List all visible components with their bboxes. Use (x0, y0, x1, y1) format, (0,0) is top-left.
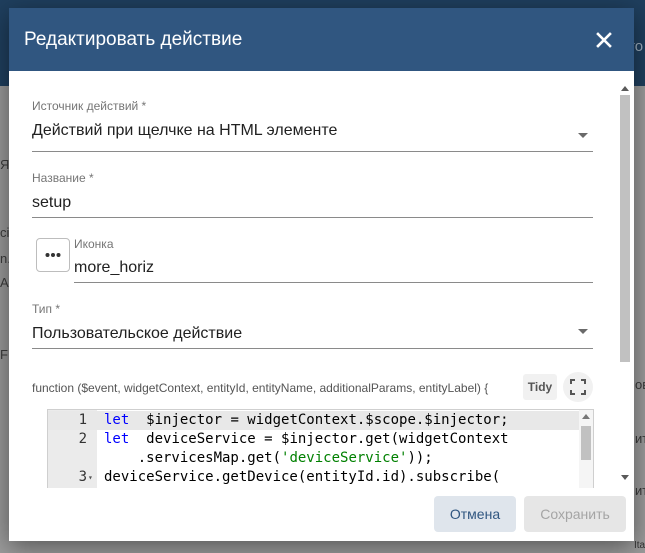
background-left-text: ci (0, 225, 10, 240)
background-right-panel: ова ит ит (633, 86, 645, 553)
code-line[interactable]: 1 let $injector = widgetContext.$scope.$i… (48, 411, 579, 430)
field-underline (32, 217, 593, 218)
background-bottom-text: Ita (634, 540, 645, 551)
tidy-button[interactable]: Tidy (523, 374, 557, 400)
code-line[interactable]: .servicesMap.get('deviceService')); (48, 449, 579, 468)
code-text: deviceService.getDevice(entityId.id).sub… (104, 469, 501, 485)
scroll-up-icon (621, 86, 629, 91)
background-right-text: ит (635, 431, 645, 446)
line-number: 2 (78, 431, 87, 447)
fold-arrow-icon[interactable]: ▾ (88, 468, 93, 487)
icon-field[interactable]: Иконка more_horiz (74, 237, 593, 283)
line-number: 3 (78, 469, 87, 485)
dialog-scroll-thumb[interactable] (620, 95, 630, 362)
type-label: Тип * (32, 302, 61, 316)
background-left-text: A (0, 275, 9, 290)
icon-label: Иконка (74, 237, 114, 251)
dialog-content[interactable]: Источник действий * Действий при щелчке … (9, 71, 620, 488)
background-left-text: F (0, 347, 8, 362)
name-field[interactable]: Название * setup (32, 171, 593, 219)
background-right-text: ова (635, 377, 645, 392)
code-text: .servicesMap.get('deviceService')); (104, 450, 433, 466)
action-source-select[interactable]: Источник действий * Действий при щелчке … (32, 99, 593, 153)
dialog-title: Редактировать действие (24, 28, 243, 50)
save-button[interactable]: Сохранить (524, 496, 626, 532)
edit-action-dialog: Редактировать действие Источник действий… (9, 8, 634, 541)
type-select[interactable]: Тип * Пользовательское действие (32, 302, 593, 350)
code-text: let deviceService = $injector.get(widget… (104, 431, 509, 447)
field-underline (32, 151, 593, 152)
code-text: let $injector = widgetContext.$scope.$in… (104, 412, 509, 428)
scroll-up-icon (582, 414, 590, 419)
cancel-button[interactable]: Отмена (434, 496, 516, 532)
chevron-down-icon (578, 133, 588, 138)
background-left-text: Я (0, 157, 10, 172)
name-label: Название * (32, 171, 94, 185)
code-line[interactable]: 3 ▾ deviceService.getDevice(entityId.id).s… (48, 468, 579, 487)
chevron-down-icon (578, 329, 588, 334)
function-signature: function ($event, widgetContext, entityI… (32, 381, 489, 395)
action-source-value: Действий при щелчке на HTML элементе (32, 122, 338, 139)
field-underline (74, 282, 593, 283)
code-editor[interactable]: 1 let $injector = widgetContext.$scope.$i… (47, 409, 594, 488)
code-line[interactable]: 2 let deviceService = $injector.get(widge… (48, 430, 579, 449)
close-icon (596, 31, 612, 48)
fullscreen-icon (570, 379, 586, 395)
icon-value: more_horiz (74, 259, 155, 276)
dialog-scrollbar[interactable] (619, 82, 631, 486)
scroll-down-icon (621, 475, 629, 480)
field-underline (32, 348, 593, 349)
editor-scrollbar[interactable] (579, 410, 593, 488)
name-value: setup (32, 194, 72, 211)
line-number: 1 (78, 412, 87, 428)
icon-picker-button[interactable] (36, 238, 70, 272)
editor-scroll-thumb[interactable] (581, 426, 591, 460)
more-horiz-icon (45, 253, 61, 257)
type-value: Пользовательское действие (32, 325, 243, 342)
background-right-text: ит (635, 483, 645, 498)
dialog-actions: Отмена Сохранить (9, 488, 634, 541)
dialog-header: Редактировать действие (9, 8, 634, 71)
action-source-label: Источник действий * (32, 99, 147, 113)
close-button[interactable] (590, 26, 618, 54)
background-bottom: Ita (0, 540, 645, 553)
fullscreen-button[interactable] (563, 372, 593, 402)
